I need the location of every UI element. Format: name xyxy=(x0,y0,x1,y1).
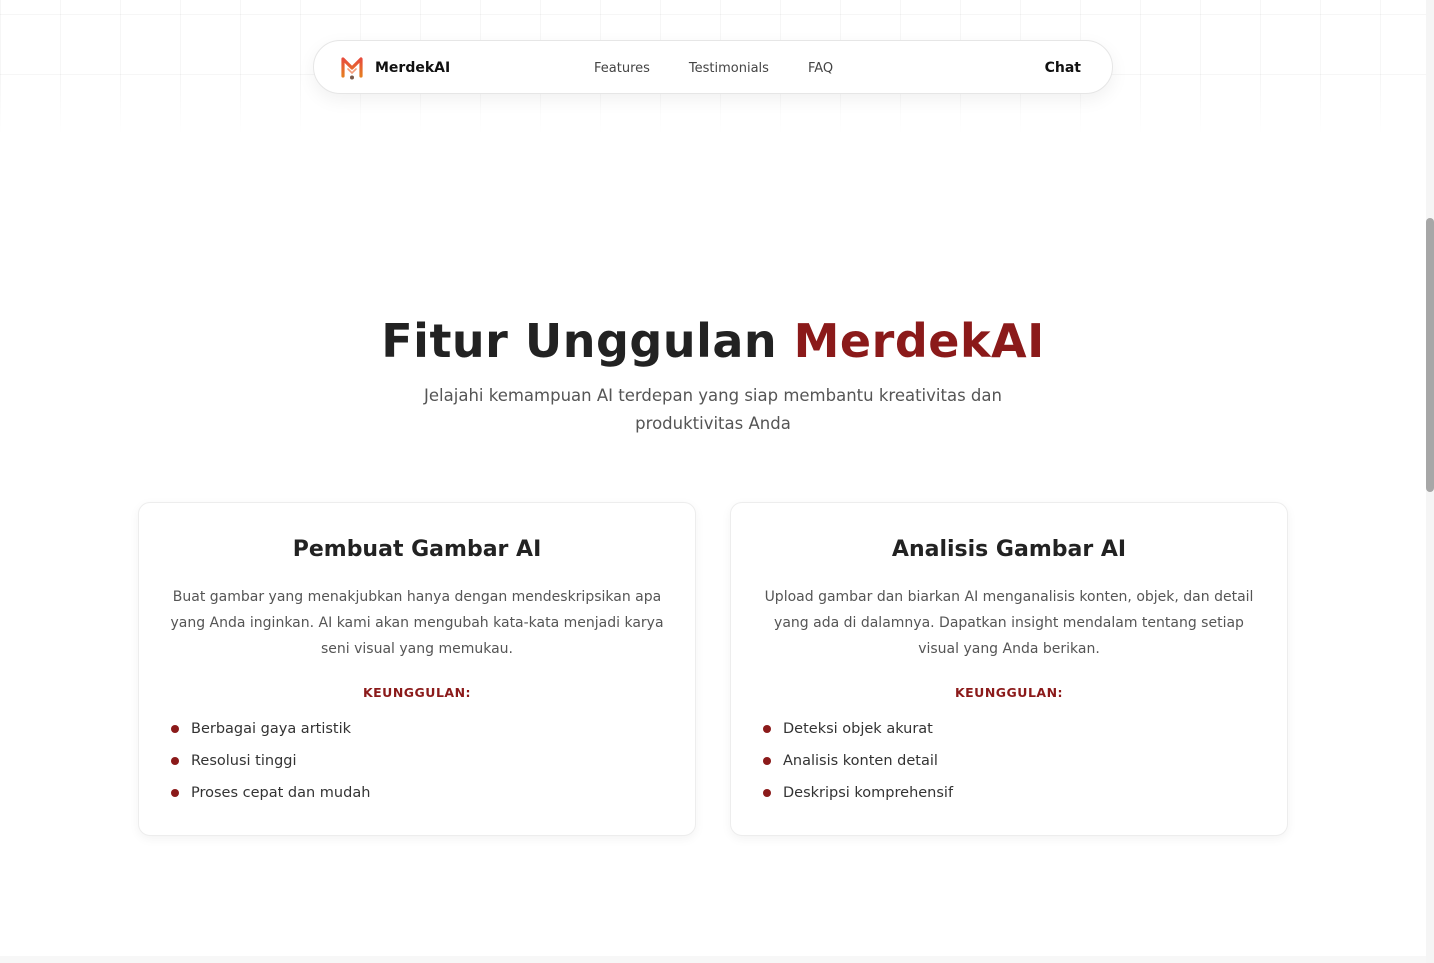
list-item: Berbagai gaya artistik xyxy=(171,718,370,750)
nav-link-testimonials[interactable]: Testimonials xyxy=(689,61,769,76)
list-item: Deteksi objek akurat xyxy=(763,718,953,750)
advantages-label: KEUNGGULAN: xyxy=(362,685,472,700)
bullet-icon xyxy=(763,725,771,733)
nav-link-features[interactable]: Features xyxy=(594,61,650,76)
list-item-text: Analisis konten detail xyxy=(783,753,938,769)
feature-card-image-analysis: Analisis Gambar AI Upload gambar dan bia… xyxy=(730,502,1288,836)
navbar: MerdekAI Features Testimonials FAQ Chat xyxy=(313,40,1113,94)
scrollbar-thumb[interactable] xyxy=(1426,218,1434,492)
brand-name: MerdekAI xyxy=(375,60,451,76)
nav-links: Features Testimonials FAQ xyxy=(594,41,872,95)
list-item: Analisis konten detail xyxy=(763,750,953,782)
bullet-icon xyxy=(763,757,771,765)
list-item-text: Deskripsi komprehensif xyxy=(783,785,954,801)
list-item-text: Resolusi tinggi xyxy=(191,753,297,769)
section-title-main: Fitur Unggulan xyxy=(381,314,778,368)
card-description: Upload gambar dan biarkan AI menganalisi… xyxy=(764,589,1254,657)
nav-link-faq[interactable]: FAQ xyxy=(808,61,833,76)
section-title-accent: MerdekAI xyxy=(793,314,1045,368)
card-description: Buat gambar yang menakjubkan hanya denga… xyxy=(170,589,664,657)
advantages-list: Deteksi objek akurat Analisis konten det… xyxy=(763,718,953,814)
card-title: Analisis Gambar AI xyxy=(891,537,1127,562)
list-item: Resolusi tinggi xyxy=(171,750,370,782)
list-item-text: Proses cepat dan mudah xyxy=(191,785,371,801)
merdekai-m-logo-icon xyxy=(341,57,363,80)
list-item-text: Berbagai gaya artistik xyxy=(191,721,352,737)
bullet-icon xyxy=(171,725,179,733)
page: MerdekAI Features Testimonials FAQ Chat … xyxy=(0,0,1434,963)
bullet-icon xyxy=(171,789,179,797)
brand[interactable]: MerdekAI xyxy=(341,56,450,80)
next-section-edge xyxy=(0,956,1426,963)
card-title: Pembuat Gambar AI xyxy=(292,537,542,562)
advantages-label: KEUNGGULAN: xyxy=(954,685,1064,700)
list-item: Deskripsi komprehensif xyxy=(763,782,953,814)
advantages-list: Berbagai gaya artistik Resolusi tinggi P… xyxy=(171,718,370,814)
section-subtitle: Jelajahi kemampuan AI terdepan yang siap… xyxy=(424,386,1002,433)
feature-card-image-generator: Pembuat Gambar AI Buat gambar yang menak… xyxy=(138,502,696,836)
bullet-icon xyxy=(171,757,179,765)
list-item: Proses cepat dan mudah xyxy=(171,782,370,814)
list-item-text: Deteksi objek akurat xyxy=(783,721,933,737)
section-title: Fitur Unggulan MerdekAI xyxy=(0,314,1426,368)
bullet-icon xyxy=(763,789,771,797)
chat-link[interactable]: Chat xyxy=(1045,41,1081,95)
